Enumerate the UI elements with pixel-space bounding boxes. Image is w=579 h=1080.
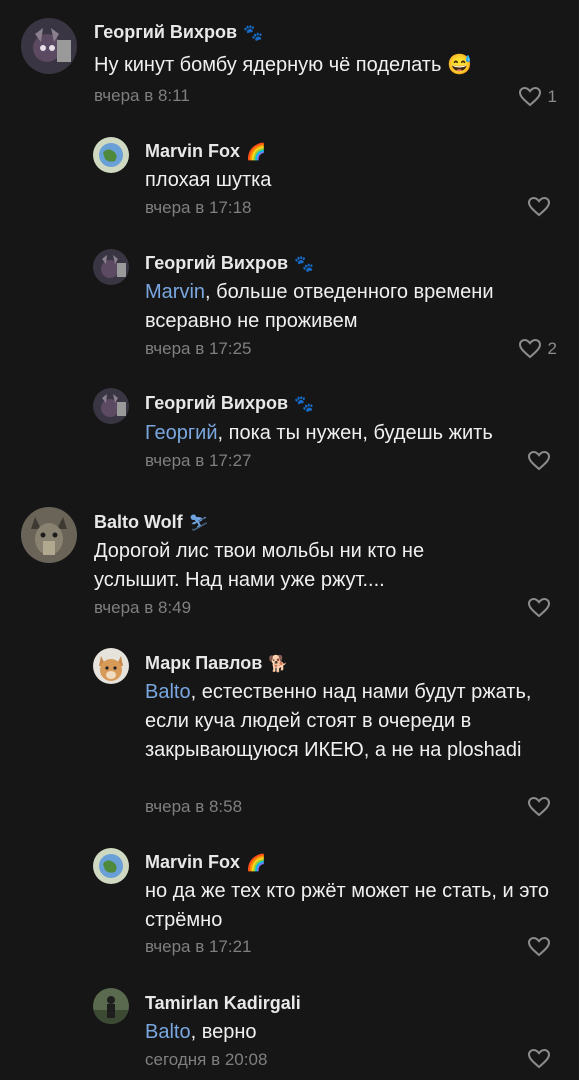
comment-reply: Tamirlan Kadirgali Balto, верно сегодня …: [0, 978, 579, 1080]
comment-text: Balto, верно: [145, 1018, 555, 1047]
paw-badge-icon: 🐾: [243, 25, 263, 42]
comment-body: Ну кинут бомбу ядерную чё поделать: [94, 54, 442, 76]
comment-text: Balto, естественно над нами будут ржать,…: [145, 678, 555, 765]
rainbow-badge-icon: 🌈: [246, 855, 266, 872]
avatar[interactable]: [21, 18, 77, 74]
author-name[interactable]: Георгий Вихров 🐾: [145, 253, 314, 274]
comment-reply: Георгий Вихров 🐾 Marvin, больше отведенно…: [0, 235, 579, 375]
comment-time: вчера в 8:11: [94, 86, 190, 105]
author-name[interactable]: Георгий Вихров 🐾: [94, 22, 263, 43]
comment-time: вчера в 17:18: [145, 198, 252, 217]
like-button[interactable]: 2: [518, 338, 557, 359]
paw-badge-icon: 🐾: [294, 256, 314, 273]
comment-text: плохая шутка: [145, 169, 272, 191]
like-count: 1: [547, 86, 557, 106]
author-label: Георгий Вихров: [94, 22, 238, 42]
author-name[interactable]: Георгий Вихров 🐾: [145, 393, 314, 414]
comment-time: вчера в 17:25: [145, 339, 252, 358]
comment-body: , естественно над нами будут ржать, если…: [145, 681, 532, 761]
like-button[interactable]: [527, 450, 557, 471]
paw-badge-icon: 🐾: [294, 396, 314, 413]
comment-text: Ну кинут бомбу ядерную чё поделать 😅: [94, 51, 554, 80]
author-label: Balto Wolf: [94, 512, 183, 532]
heart-outline-icon: [527, 196, 551, 217]
comment-text: но да же тех кто ржёт может не стать, и …: [145, 880, 550, 931]
like-button[interactable]: 1: [518, 86, 557, 107]
author-name[interactable]: Tamirlan Kadirgali: [145, 993, 301, 1014]
mention-link[interactable]: Balto: [145, 681, 191, 703]
author-label: Tamirlan Kadirgali: [145, 993, 301, 1013]
avatar[interactable]: [93, 648, 129, 684]
dog-badge-icon: 🐕: [268, 656, 289, 673]
comment-text: Георгий, пока ты нужен, будешь жить: [145, 419, 555, 448]
like-button[interactable]: [527, 1048, 557, 1069]
heart-outline-icon: [527, 796, 551, 817]
comment-reply: Георгий Вихров 🐾 Георгий, пока ты нужен, …: [0, 378, 579, 488]
author-name[interactable]: Balto Wolf ⛷: [94, 512, 209, 533]
avatar[interactable]: [93, 388, 129, 424]
sweat-smile-emoji: 😅: [446, 54, 472, 76]
heart-outline-icon: [527, 936, 551, 957]
author-label: Marvin Fox: [145, 141, 241, 161]
like-button[interactable]: [527, 597, 557, 618]
comment-time: сегодня в 20:08: [145, 1050, 268, 1069]
comment-text: Marvin, больше отведенного времени всера…: [145, 278, 555, 336]
avatar[interactable]: [93, 249, 129, 285]
rainbow-badge-icon: 🌈: [246, 144, 266, 161]
mention-link[interactable]: Георгий: [145, 422, 218, 444]
like-count: 2: [547, 338, 557, 358]
avatar[interactable]: [93, 137, 129, 173]
author-name[interactable]: Marvin Fox 🌈: [145, 141, 266, 162]
comment-body: , верно: [190, 1021, 257, 1043]
heart-outline-icon: [527, 450, 551, 471]
author-name[interactable]: Марк Павлов 🐕: [145, 653, 288, 674]
author-label: Георгий Вихров: [145, 393, 289, 413]
mention-link[interactable]: Balto: [145, 1021, 191, 1043]
mention-link[interactable]: Marvin: [145, 281, 205, 303]
author-label: Георгий Вихров: [145, 253, 289, 273]
heart-outline-icon: [527, 1048, 551, 1069]
comment-reply: Marvin Fox 🌈 плохая шутка вчера в 17:18: [0, 125, 579, 230]
avatar[interactable]: [21, 507, 77, 563]
heart-outline-icon: [527, 597, 551, 618]
comment-reply: Марк Павлов 🐕 Balto, естественно над нами…: [0, 640, 579, 835]
heart-outline-icon: [518, 86, 542, 107]
comment-text: Дорогой лис твои мольбы ни кто не услыши…: [94, 540, 425, 591]
author-label: Марк Павлов: [145, 653, 263, 673]
heart-outline-icon: [518, 338, 542, 359]
like-button[interactable]: [527, 936, 557, 957]
like-button[interactable]: [527, 196, 557, 217]
comment-time: вчера в 8:49: [94, 598, 192, 617]
author-name[interactable]: Marvin Fox 🌈: [145, 852, 266, 873]
like-button[interactable]: [527, 796, 557, 817]
comment-body: , пока ты нужен, будешь жить: [217, 422, 493, 444]
skier-badge-icon: ⛷: [188, 515, 209, 532]
comment-reply: Marvin Fox 🌈 но да же тех кто ржёт может …: [0, 838, 579, 978]
avatar[interactable]: [93, 848, 129, 884]
avatar[interactable]: [93, 988, 129, 1024]
comment-time: вчера в 17:21: [145, 937, 252, 956]
comment-time: вчера в 8:58: [145, 797, 243, 816]
comment-time: вчера в 17:27: [145, 451, 252, 470]
comment-item: Balto Wolf ⛷ Дорогой лис твои мольбы ни к…: [0, 495, 579, 635]
author-label: Marvin Fox: [145, 852, 241, 872]
comment-item: Георгий Вихров 🐾 Ну кинут бомбу ядерную ч…: [0, 0, 579, 125]
